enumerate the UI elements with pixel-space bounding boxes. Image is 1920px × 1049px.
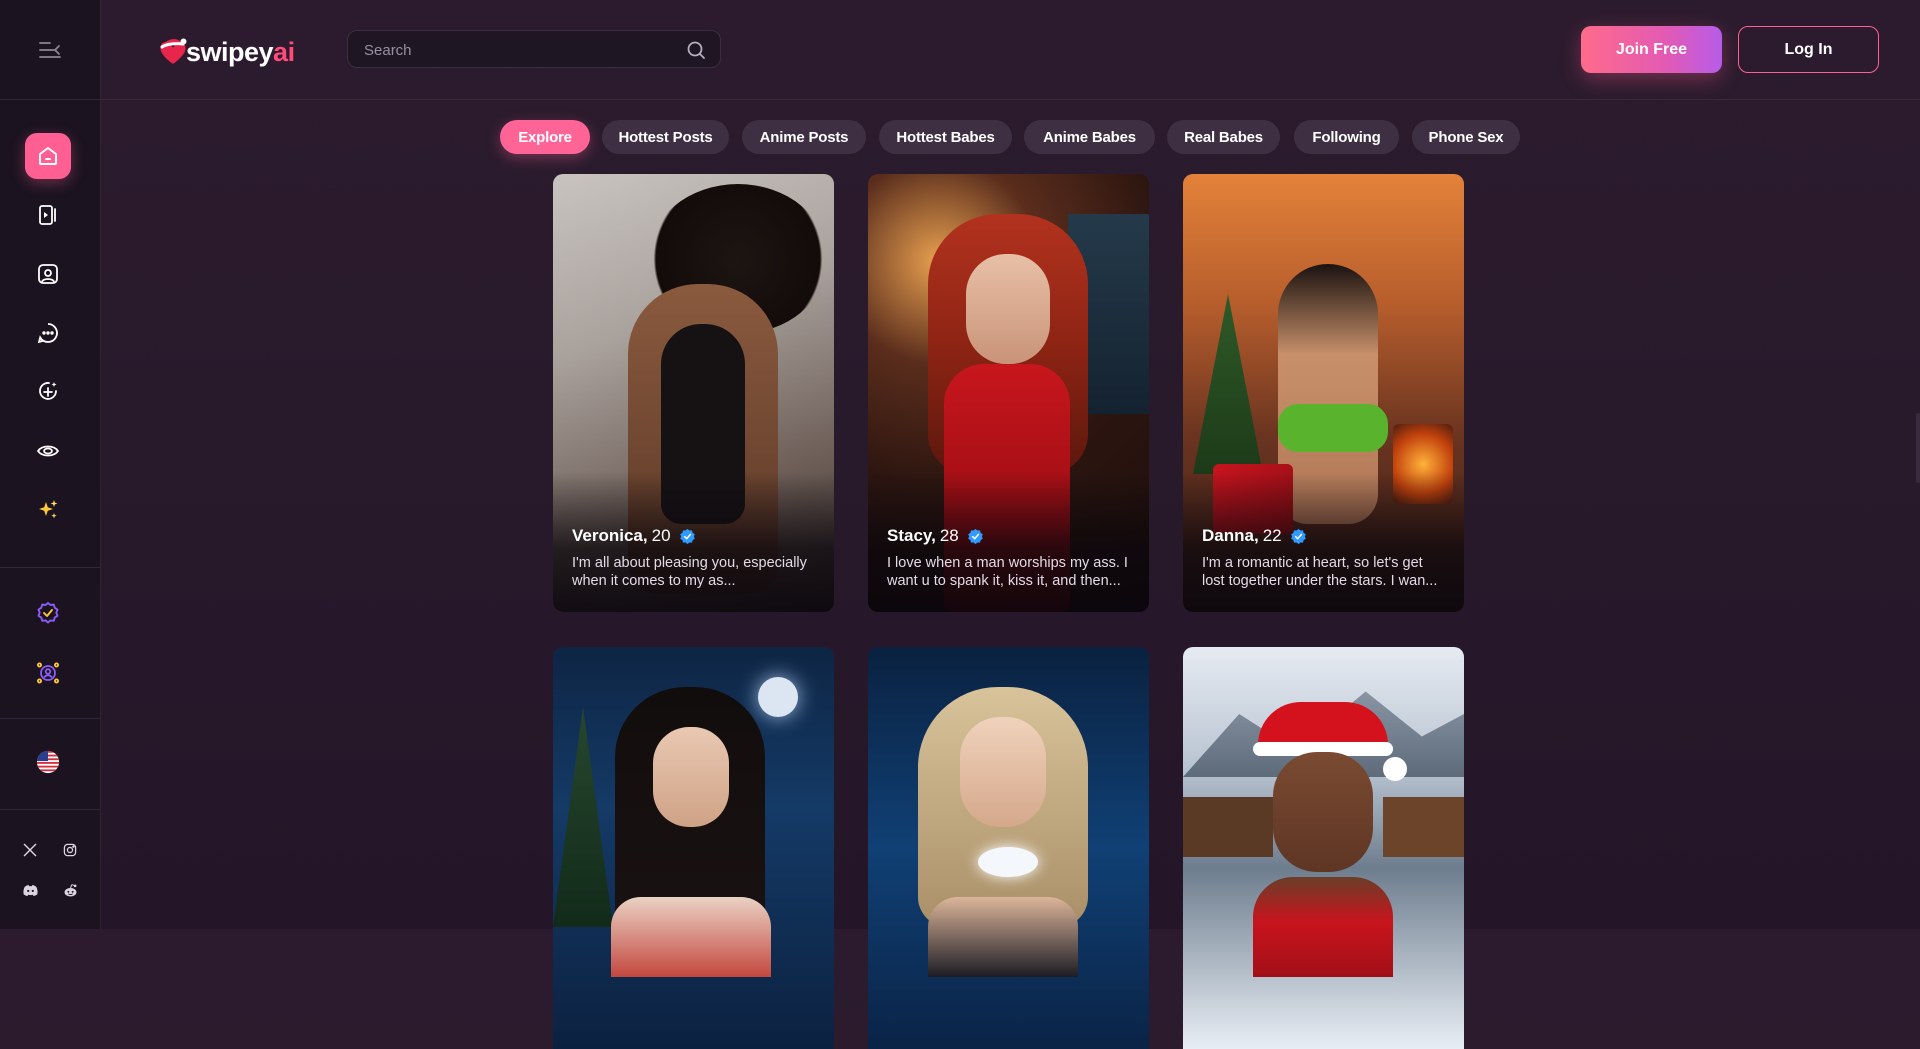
search-icon[interactable] [686,40,706,60]
sidebar-item-home[interactable] [25,133,71,179]
sidebar-item-gallery[interactable] [25,251,71,297]
instagram-icon[interactable] [60,840,80,860]
sidebar-item-premium[interactable] [25,590,71,636]
verified-badge-icon [967,528,983,544]
scrollbar[interactable] [1916,413,1920,483]
top-header: swipeyai Join Free Log In [101,0,1920,100]
profile-name: Danna, 22 [1202,526,1307,546]
tab-real-babes[interactable]: Real Babes [1167,120,1280,154]
heart-santa-logo-icon [160,38,187,64]
sidebar-divider [0,718,100,719]
profile-description: I'm all about pleasing you, especially w… [572,555,807,589]
logo[interactable]: swipeyai [156,35,295,69]
sidebar [0,0,101,929]
profile-card[interactable] [1183,647,1464,1049]
sidebar-divider [0,809,100,810]
us-flag-icon [36,750,60,774]
sidebar-item-chat[interactable] [25,310,71,356]
tab-explore[interactable]: Explore [500,120,590,154]
tab-anime-babes[interactable]: Anime Babes [1024,120,1155,154]
sidebar-item-sparkles[interactable] [25,487,71,533]
create-icon [39,382,57,400]
reels-icon [39,205,56,225]
profile-card[interactable]: Stacy, 28 I love when a man worships my a… [868,174,1149,612]
tab-following[interactable]: Following [1294,120,1399,154]
x-icon[interactable] [20,840,40,860]
eye-icon [36,445,60,457]
premium-badge-icon [37,602,59,624]
reddit-icon[interactable] [60,880,80,900]
sidebar-item-affiliate[interactable] [25,650,71,696]
tab-phone-sex[interactable]: Phone Sex [1412,120,1520,154]
discord-icon[interactable] [20,880,40,900]
tab-hottest-posts[interactable]: Hottest Posts [602,120,729,154]
profile-card[interactable]: Danna, 22 I'm a romantic at heart, so let… [1183,174,1464,612]
join-free-button[interactable]: Join Free [1581,26,1722,73]
profile-description: I love when a man worships my ass. I wan… [887,555,1128,589]
logo-text: swipeyai [186,36,295,67]
home-icon [39,147,57,165]
verified-badge-icon [679,528,695,544]
search-input[interactable] [362,31,676,69]
tab-hottest-babes[interactable]: Hottest Babes [879,120,1012,154]
profile-card[interactable]: Veronica, 20 I'm all about pleasing you, … [553,174,834,612]
sidebar-item-eye[interactable] [25,428,71,474]
gallery-icon [38,264,58,284]
profile-card[interactable] [868,647,1149,1049]
verified-badge-icon [1290,528,1306,544]
profile-card[interactable] [553,647,834,1049]
log-in-button[interactable]: Log In [1738,26,1879,73]
profile-name: Stacy, 28 [887,526,984,546]
search-box[interactable] [347,30,721,69]
sidebar-item-create[interactable] [25,369,71,415]
chat-icon [37,323,58,344]
sidebar-divider [0,99,100,100]
sidebar-divider [0,567,100,568]
tab-anime-posts[interactable]: Anime Posts [742,120,866,154]
profile-name: Veronica, 20 [572,526,696,546]
affiliate-icon [36,662,59,684]
sparkles-icon [39,500,58,519]
collapse-menu-icon[interactable] [38,40,62,60]
profile-description: I'm a romantic at heart, so let's get lo… [1202,555,1438,589]
language-selector[interactable] [25,739,71,785]
sidebar-item-reels[interactable] [25,192,71,238]
